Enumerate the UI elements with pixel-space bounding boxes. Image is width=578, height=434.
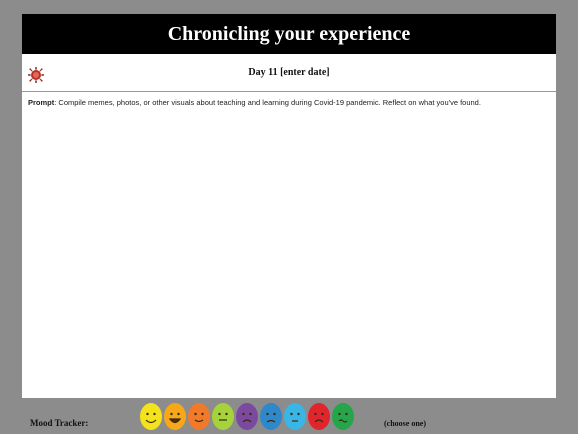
sad-face-icon[interactable]	[260, 403, 282, 430]
choose-hint: (choose one)	[384, 419, 426, 428]
journal-sheet: Chronicling your experience Day 11 [ente…	[22, 14, 556, 398]
mood-tracker-label: Mood Tracker:	[30, 418, 89, 428]
neutral-face-icon[interactable]	[284, 403, 306, 430]
prompt-label: Prompt	[28, 98, 55, 107]
day-label[interactable]: Day 11 [enter date]	[248, 67, 329, 78]
prompt-body: : Compile memes, photos, or other visual…	[54, 98, 481, 107]
virus-icon	[28, 67, 44, 83]
prompt-text: Prompt: Compile memes, photos, or other …	[28, 98, 550, 107]
grinning-face-icon[interactable]	[164, 403, 186, 430]
page-title: Chronicling your experience	[167, 22, 411, 45]
mood-tracker: Mood Tracker: (choose one)	[0, 398, 578, 434]
worried-face-icon[interactable]	[236, 403, 258, 430]
content-face-icon[interactable]	[188, 403, 210, 430]
angry-face-icon[interactable]	[308, 403, 330, 430]
calm-face-icon[interactable]	[212, 403, 234, 430]
happy-face-icon[interactable]	[140, 403, 162, 430]
sick-face-icon[interactable]	[332, 403, 354, 430]
day-row: Day 11 [enter date]	[22, 54, 556, 92]
mood-options	[140, 403, 354, 433]
page-title-bar: Chronicling your experience	[22, 14, 556, 54]
